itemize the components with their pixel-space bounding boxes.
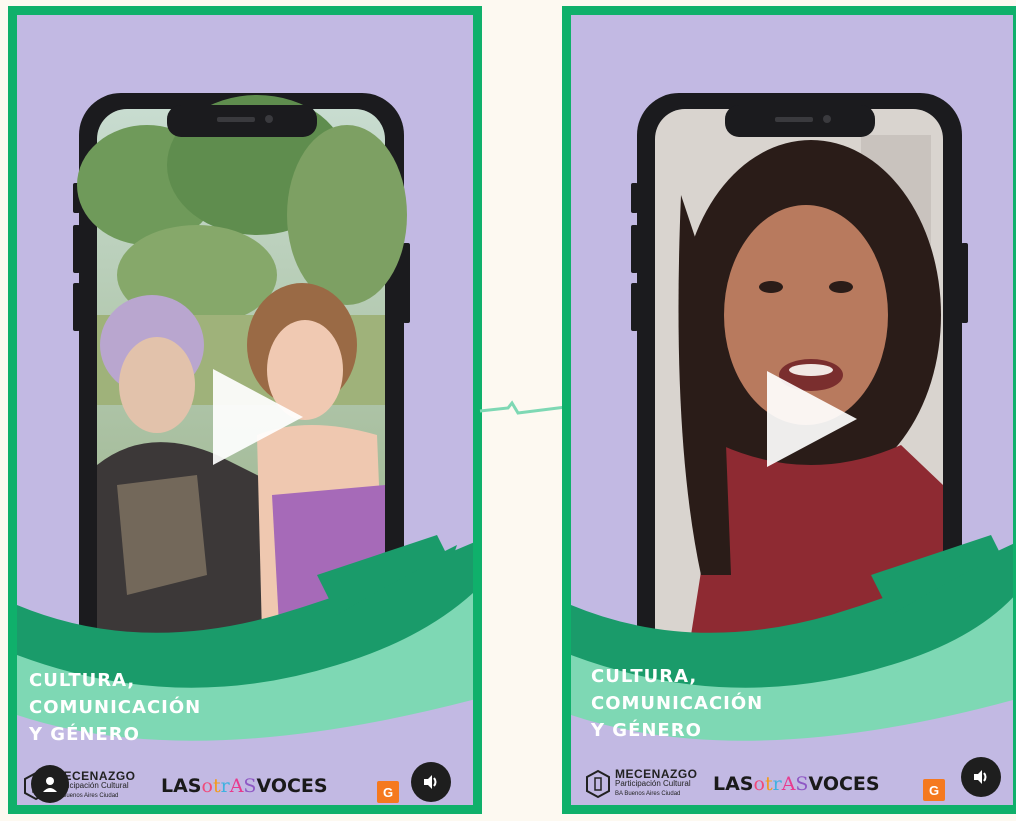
play-icon [767,371,857,467]
sponsor-ba: BA Buenos Aires Ciudad [615,791,681,797]
partner-logo-text: G [929,782,940,798]
brand-letter: A [781,773,796,795]
video-title: CULTURA, COMUNICACIÓN Y GÉNERO [591,663,763,744]
brand-letter: r [772,773,782,795]
brand-suffix: VOCES [808,773,880,795]
brand-letter: o [753,773,765,795]
partner-logo: G [377,781,400,803]
sponsor-sub: Participación Cultural [615,779,691,788]
brand-letter: r [220,775,230,797]
video-title: CULTURA, COMUNICACIÓN Y GÉNERO [29,667,201,748]
volume-icon [974,770,987,784]
las-otras-voces-logo: LASotrASVOCES [161,775,328,797]
connector-line [479,400,567,415]
brand-letter: t [212,775,221,797]
brand-letter: t [764,773,773,795]
sponsor-name: MECENAZGO [615,767,698,781]
play-button[interactable] [751,365,861,475]
title-line-2: COMUNICACIÓN [29,697,202,718]
brand-prefix: LAS [713,773,754,795]
video-card-right[interactable]: CULTURA, COMUNICACIÓN Y GÉNERO MECENAZGO… [562,6,1016,814]
partner-logo: G [923,779,946,801]
profile-button[interactable] [31,765,69,803]
title-line-1: CULTURA, [29,670,136,691]
volume-button[interactable] [961,757,1001,797]
play-icon [213,369,303,465]
brand-letter: A [229,775,244,797]
title-line-2: COMUNICACIÓN [591,693,764,714]
hexagon-logo-icon [586,769,610,799]
partner-logo-text: G [383,784,394,800]
sponsor-footer: MECENAZGO Participación Cultural BA Buen… [571,763,1013,805]
volume-icon [424,775,437,789]
brand-letter: S [795,773,809,795]
play-button[interactable] [197,363,307,473]
mecenazgo-logo: MECENAZGO Participación Cultural BA Buen… [585,767,698,801]
title-line-3: Y GÉNERO [591,720,702,741]
las-otras-voces-logo: LASotrASVOCES [713,773,880,795]
video-card-left[interactable]: CULTURA, COMUNICACIÓN Y GÉNERO MECENAZGO… [8,6,482,814]
volume-button[interactable] [411,762,451,802]
brand-suffix: VOCES [256,775,328,797]
brand-letter: S [243,775,257,797]
sponsor-footer: MECENAZGO Participación Cultural BA Buen… [17,765,473,805]
title-line-3: Y GÉNERO [29,724,140,745]
brand-prefix: LAS [161,775,202,797]
title-line-1: CULTURA, [591,666,698,687]
brand-letter: o [201,775,213,797]
user-icon [43,777,57,792]
